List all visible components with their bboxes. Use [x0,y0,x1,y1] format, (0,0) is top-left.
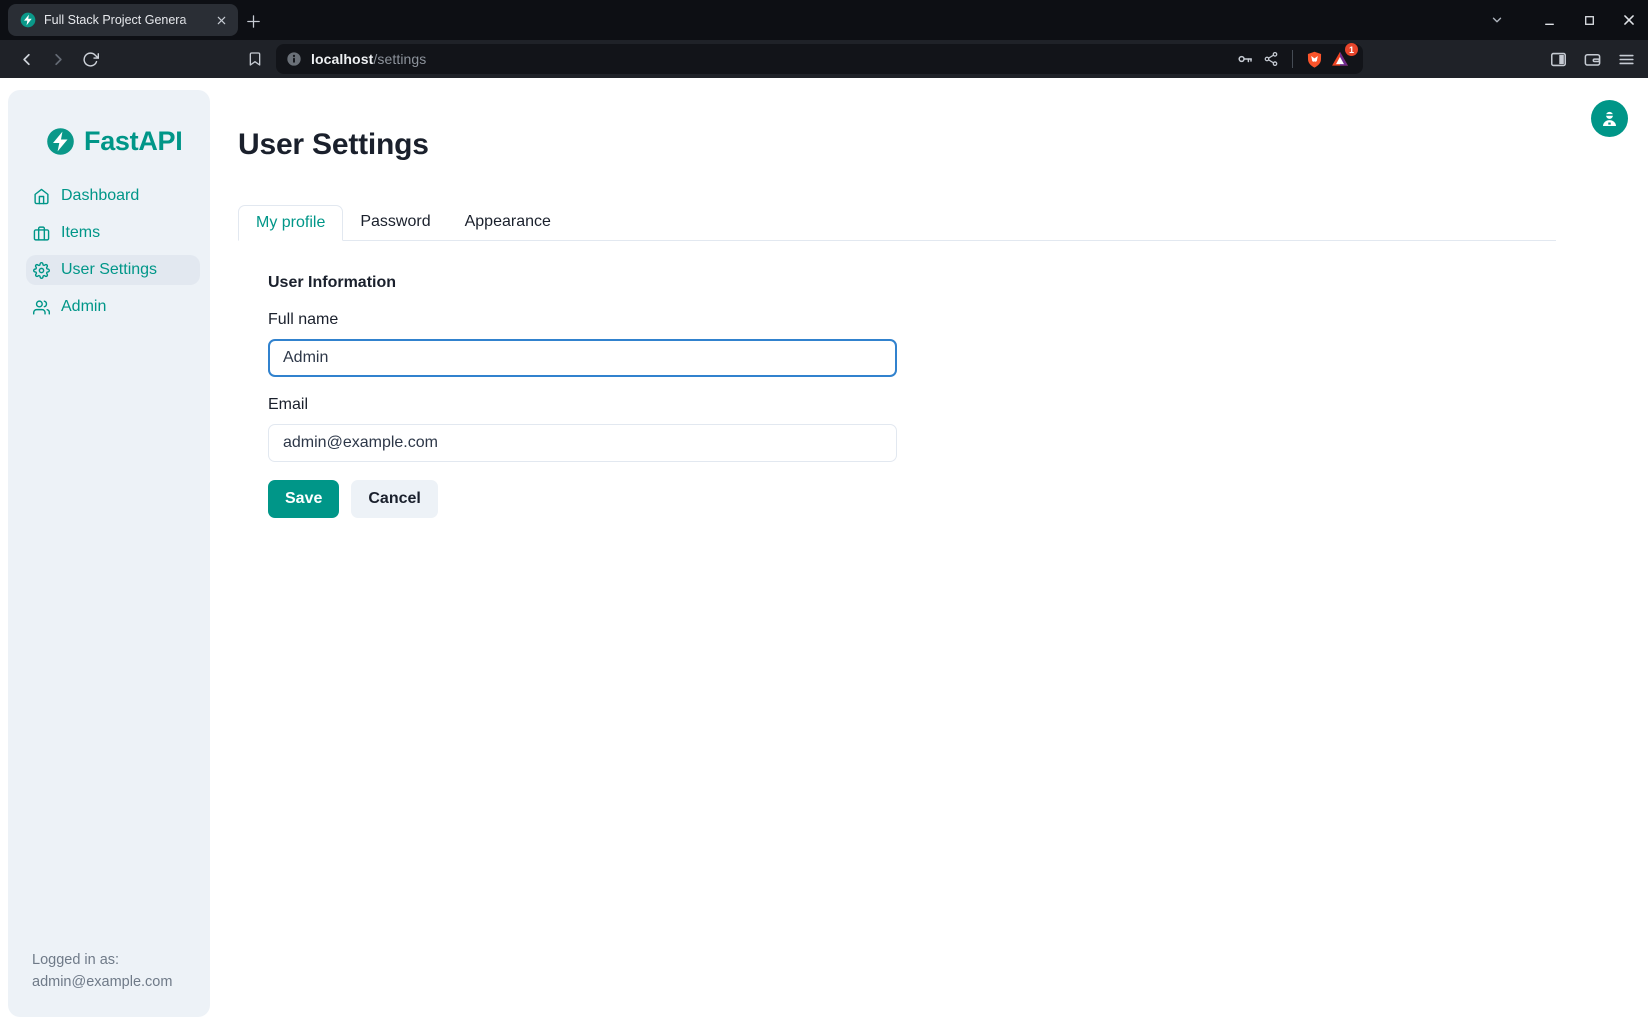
sidebar-item-dashboard[interactable]: Dashboard [26,181,200,211]
wallet-icon [1583,50,1602,69]
key-icon [1236,50,1254,68]
close-window-button[interactable] [1616,7,1642,33]
shield-icon [1305,50,1324,69]
fastapi-logo: FastAPI [8,90,210,157]
fastapi-favicon-icon [20,12,36,28]
close-icon [1622,13,1636,27]
logged-in-label: Logged in as: [32,949,172,971]
site-info-icon[interactable] [286,51,302,67]
sidebar-footer: Logged in as: admin@example.com [32,949,172,993]
app-sidebar: FastAPI Dashboard Items User Settings Ad… [8,90,210,1017]
chevron-right-icon [49,50,68,69]
browser-tab[interactable]: Full Stack Project Genera [8,4,238,36]
url-path: /settings [373,51,426,67]
minimize-icon [1543,14,1556,27]
browser-toolbar: localhost/settings 1 [0,40,1648,78]
minimize-button[interactable] [1536,7,1562,33]
main-content: User Settings My profile Password Appear… [0,78,1648,518]
hamburger-icon [1617,50,1636,69]
plus-icon [245,13,262,30]
tab-my-profile[interactable]: My profile [238,205,343,241]
user-menu-button[interactable] [1591,100,1628,137]
gear-icon [33,262,50,279]
tab-close-icon[interactable] [212,11,230,29]
chevron-left-icon [17,50,36,69]
chevron-down-icon [1490,13,1504,27]
reload-icon [82,51,99,68]
sidebar-panel-icon [1549,50,1568,69]
tab-title: Full Stack Project Genera [44,13,212,27]
email-input[interactable] [268,424,897,462]
full-name-input[interactable] [268,339,897,377]
sidebar-toggle-button[interactable] [1549,50,1568,69]
page-title: User Settings [238,128,1556,162]
back-button[interactable] [12,45,40,73]
tab-search-button[interactable] [1484,7,1510,33]
new-tab-button[interactable] [242,10,264,32]
menu-button[interactable] [1617,50,1636,69]
bolt-icon [46,127,75,156]
forward-button[interactable] [44,45,72,73]
save-button[interactable]: Save [268,480,339,518]
briefcase-icon [33,225,50,242]
sidebar-item-label: Items [61,224,100,242]
maximize-button[interactable] [1576,7,1602,33]
tab-password[interactable]: Password [343,205,447,240]
email-label: Email [268,396,1556,414]
sidebar-item-items[interactable]: Items [26,218,200,248]
share-icon [1263,51,1279,67]
url-host: localhost [311,51,373,67]
passwords-button[interactable] [1232,46,1258,72]
sidebar-item-label: Admin [61,298,106,316]
reload-button[interactable] [76,45,104,73]
sidebar-item-admin[interactable]: Admin [26,292,200,322]
profile-panel: User Information Full name Email Save Ca… [238,241,1556,518]
brave-rewards-button[interactable]: 1 [1327,46,1353,72]
maximize-icon [1583,14,1596,27]
bookmark-icon [247,51,263,67]
share-button[interactable] [1258,46,1284,72]
sidebar-item-label: User Settings [61,261,157,279]
tab-appearance[interactable]: Appearance [448,205,568,240]
toolbar-divider [1292,50,1293,68]
rewards-badge: 1 [1345,43,1358,56]
section-title: User Information [268,274,1556,292]
brave-shield-button[interactable] [1301,46,1327,72]
browser-window: Full Stack Project Genera [0,0,1648,78]
sidebar-nav: Dashboard Items User Settings Admin [8,181,210,322]
logged-in-email: admin@example.com [32,971,172,993]
page-content: FastAPI Dashboard Items User Settings Ad… [0,78,1648,1025]
url-bar[interactable]: localhost/settings 1 [276,44,1363,74]
settings-tabs: My profile Password Appearance [238,205,1556,241]
home-icon [33,188,50,205]
bookmark-button[interactable] [242,46,268,72]
full-name-label: Full name [268,311,1556,329]
tab-strip: Full Stack Project Genera [0,0,1648,40]
users-icon [33,299,50,316]
wallet-button[interactable] [1583,50,1602,69]
sidebar-item-label: Dashboard [61,187,139,205]
user-avatar-icon [1599,108,1620,129]
logo-text: FastAPI [84,126,182,157]
sidebar-item-user-settings[interactable]: User Settings [26,255,200,285]
cancel-button[interactable]: Cancel [351,480,437,518]
